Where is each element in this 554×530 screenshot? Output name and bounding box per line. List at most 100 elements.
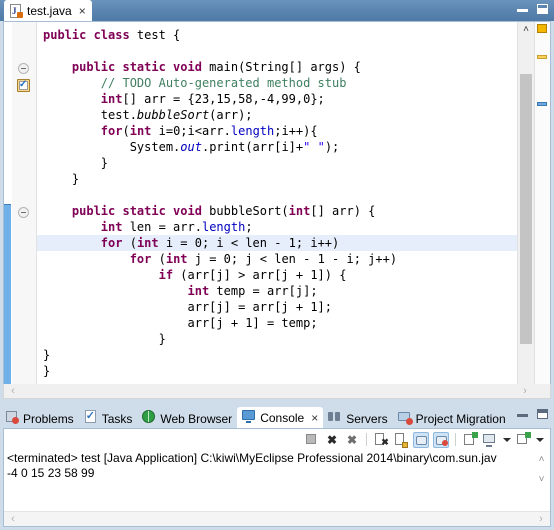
code-editor-area[interactable]: public class test { public static void m… [37,22,517,398]
console-tab-label: Web Browser [160,411,233,426]
console-part-stack: Problems ✓ Tasks Web Browser Console × Servers… [0,404,554,530]
code-line: arr[j] = arr[j + 1]; [37,299,517,315]
console-tab-web-browser[interactable]: Web Browser [137,409,237,428]
scroll-right-arrow-icon[interactable]: › [518,384,532,397]
display-selected-console-dropdown-icon[interactable] [503,437,511,442]
scroll-down-arrow-icon[interactable]: ˅ [534,472,549,486]
code-token: int [288,204,311,218]
code-line: public static void bubbleSort(int[] arr)… [37,203,517,219]
collapse-fold-icon[interactable] [18,207,29,218]
editor-vscroll-thumb[interactable] [520,74,532,344]
console-body: ✖ ✖ ✖ <terminated> test [Java Applicatio… [3,428,551,527]
code-line: public static void main(String[] args) { [37,59,517,75]
eclipse-window: J test.java × ✓ public class test { publ… [0,0,554,530]
console-toolbar: ✖ ✖ ✖ [4,429,550,450]
scroll-lock-icon[interactable] [393,432,409,448]
code-token: ( [122,236,137,250]
collapse-fold-icon[interactable] [18,63,29,74]
code-token: ( [151,252,166,266]
console-tab-console[interactable]: Console × [237,407,324,428]
code-token: ); [324,140,340,154]
code-token: j = 0; j < len - 1 - i; j++) [187,252,398,266]
marker-warning[interactable] [537,55,547,59]
console-tab-tasks[interactable]: ✓ Tasks [79,409,138,428]
code-line: int len = arr.length; [37,219,517,235]
code-token: int [100,92,123,106]
code-line: arr[j + 1] = temp; [37,315,517,331]
code-line: } [37,363,517,379]
code-token: public static void [71,204,202,218]
overview-ruler[interactable] [534,22,550,398]
console-window-controls [517,409,548,419]
code-token: for [100,124,123,138]
minimize-icon[interactable] [517,410,528,419]
console-horizontal-scrollbar[interactable]: ‹ › [4,511,550,526]
terminate-icon[interactable] [304,432,320,448]
editor-vertical-scrollbar[interactable]: ˄ ˅ [517,22,534,398]
open-console-dropdown-icon[interactable] [536,437,544,442]
code-token: ; [245,220,253,234]
console-output-line: <terminated> test [Java Application] C:\… [7,451,497,465]
code-token: } [43,348,51,362]
tasks-icon-wrapper: ✓ [84,410,98,427]
display-selected-console-icon[interactable] [482,432,498,448]
console-tab-servers[interactable]: Servers [323,409,392,428]
code-line: } [37,347,517,363]
maximize-icon[interactable] [537,409,548,419]
pin-console-icon[interactable] [462,431,478,448]
code-line: for(int i=0;i<arr.length;i++){ [37,123,517,139]
code-token: i = 0; i < len - 1; i++) [158,236,340,250]
scroll-right-arrow-icon[interactable]: › [535,513,547,525]
code-token: for [129,252,152,266]
console-vertical-scrollbar[interactable]: ˄ ˅ [534,450,549,506]
remove-launch-icon[interactable]: ✖ [324,432,340,448]
console-tab-label: Tasks [101,411,133,426]
problems-icon [5,410,19,424]
code-line: public class test { [37,27,517,43]
task-todo-marker[interactable]: ✓ [17,78,30,92]
console-output[interactable]: <terminated> test [Java Application] C:\… [4,450,550,511]
marker-orange[interactable] [537,24,547,33]
code-token: len = arr. [122,220,202,234]
code-token: main(String[] args) { [201,60,361,74]
marker-info[interactable] [537,102,547,106]
console-icon [242,409,256,423]
console-tab-label: Console [260,410,305,425]
show-console-on-error-icon[interactable] [433,431,449,448]
remove-all-terminated-icon[interactable]: ✖ [344,432,360,448]
code-token: int [187,284,210,298]
minimize-icon[interactable] [517,5,528,14]
editor-gutter[interactable]: ✓ [12,22,37,398]
console-tab-label: Problems [23,411,74,426]
open-console-icon[interactable] [515,431,531,448]
source-code: public class test { public static void m… [37,22,517,379]
console-icon-wrapper [242,409,256,426]
project-migration-icon-wrapper [397,410,413,427]
scroll-up-arrow-icon[interactable]: ˄ [534,452,549,466]
editor-tab-test-java[interactable]: J test.java × [4,0,92,21]
code-token: out [180,140,202,154]
editor-tab-close-icon[interactable]: × [79,5,86,17]
scroll-up-arrow-icon[interactable]: ˄ [518,22,534,38]
editor-part-stack: J test.java × ✓ public class test { publ… [0,0,554,404]
console-tab-close-icon[interactable]: × [311,411,318,425]
code-token: System. [129,140,181,154]
editor-tab-label: test.java [27,3,72,18]
web-browser-icon [142,410,156,424]
code-token: bubbleSort [136,108,210,122]
editor-horizontal-scrollbar[interactable]: ‹ › [3,384,551,399]
code-token: int [165,252,188,266]
scroll-left-arrow-icon[interactable]: ‹ [7,513,19,525]
scroll-left-arrow-icon[interactable]: ‹ [6,384,20,397]
code-token: int [136,236,159,250]
code-token: int [129,124,152,138]
editor-window-controls [517,4,548,14]
code-line: for (int j = 0; j < len - 1 - i; j++) [37,251,517,267]
console-tab-problems[interactable]: Problems [0,409,79,428]
console-tab-project-migration[interactable]: Project Migration [393,409,511,428]
maximize-icon[interactable] [537,4,548,14]
show-console-on-output-icon[interactable] [413,431,429,448]
clear-console-icon[interactable]: ✖ [373,432,389,448]
toolbar-separator [455,433,456,446]
